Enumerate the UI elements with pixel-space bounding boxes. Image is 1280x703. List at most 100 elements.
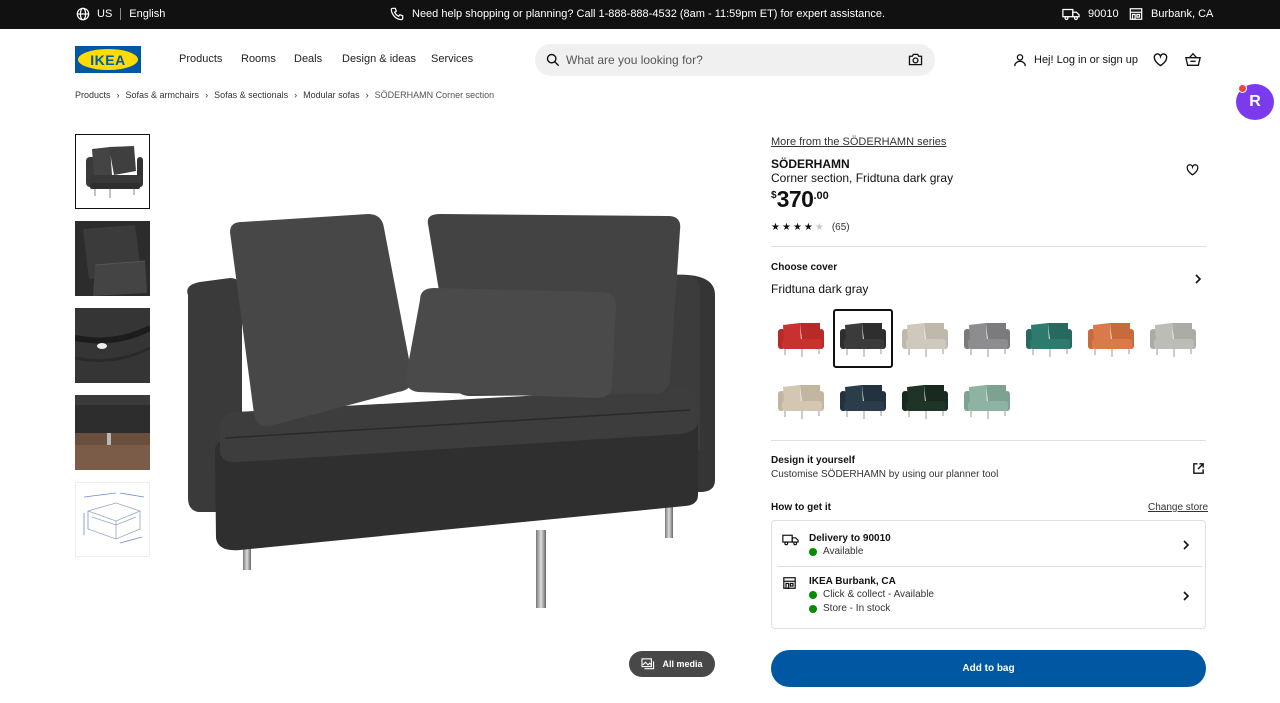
login-label: Hej! Log in or sign up bbox=[1034, 54, 1138, 66]
product-description: Corner section, Fridtuna dark gray bbox=[771, 171, 954, 185]
breadcrumb: Products › Sofas & armchairs › Sofas & sec… bbox=[75, 90, 494, 100]
chevron-right-icon: › bbox=[205, 90, 209, 100]
star-icon: ★ bbox=[803, 222, 813, 233]
external-link-icon[interactable] bbox=[1192, 462, 1205, 475]
change-store-link[interactable]: Change store bbox=[1148, 502, 1208, 513]
search-input[interactable] bbox=[566, 50, 896, 70]
stock-status-text: Store - In stock bbox=[823, 603, 891, 614]
series-link[interactable]: More from the SÖDERHAMN series bbox=[771, 136, 946, 148]
sofa-swatch-icon bbox=[964, 384, 1010, 419]
delivery-zip[interactable]: 90010 bbox=[1062, 7, 1119, 21]
sofa-swatch-icon bbox=[778, 322, 824, 357]
cover-swatch-light-gray[interactable] bbox=[1145, 311, 1201, 366]
cover-swatch-sand[interactable] bbox=[773, 373, 829, 428]
chevron-right-icon: › bbox=[365, 90, 369, 100]
delivery-status: Available bbox=[809, 546, 863, 557]
chevron-right-icon[interactable] bbox=[1181, 539, 1191, 551]
search-bar[interactable] bbox=[535, 44, 935, 76]
star-empty-icon: ★ bbox=[814, 222, 824, 233]
thumbnail-dimensions-drawing[interactable] bbox=[75, 482, 150, 557]
nav-services[interactable]: Services bbox=[431, 53, 473, 65]
truck-icon bbox=[782, 534, 799, 546]
shopping-bag-icon[interactable] bbox=[1185, 52, 1201, 67]
phone-icon bbox=[390, 7, 404, 21]
sofa-swatch-icon bbox=[840, 384, 886, 419]
cover-swatch-dark-blue[interactable] bbox=[835, 373, 891, 428]
badge-letter: R bbox=[1249, 93, 1261, 110]
add-to-wishlist-heart-icon[interactable] bbox=[1186, 164, 1199, 176]
logo-text: IKEA bbox=[90, 51, 126, 68]
breadcrumb-products[interactable]: Products bbox=[75, 90, 111, 100]
breadcrumb-current: SÖDERHAMN Corner section bbox=[374, 90, 495, 100]
sofa-swatch-icon bbox=[1088, 322, 1134, 357]
cover-swatch-red[interactable] bbox=[773, 311, 829, 366]
chevron-right-icon: › bbox=[116, 90, 120, 100]
help-banner[interactable]: Need help shopping or planning? Call 1-8… bbox=[390, 7, 885, 21]
globe-icon bbox=[76, 7, 90, 21]
truck-icon bbox=[1062, 8, 1080, 21]
gallery-icon bbox=[641, 658, 655, 670]
breadcrumb-modular-sofas[interactable]: Modular sofas bbox=[303, 90, 360, 100]
cover-swatch-beige[interactable] bbox=[897, 311, 953, 366]
product-rating[interactable]: ★ ★ ★ ★ ★ (65) bbox=[771, 222, 850, 233]
nav-products[interactable]: Products bbox=[179, 53, 222, 65]
cover-swatch-dark-gray[interactable] bbox=[833, 309, 893, 368]
stock-status: Store - In stock bbox=[809, 603, 890, 614]
add-to-bag-button[interactable]: Add to bag bbox=[771, 650, 1206, 687]
choose-cover-title: Choose cover bbox=[771, 262, 838, 273]
thumbnail-legs-detail[interactable] bbox=[75, 395, 150, 470]
favourites-heart-icon[interactable] bbox=[1153, 53, 1168, 67]
all-media-label: All media bbox=[662, 659, 703, 669]
ikea-logo[interactable]: IKEA bbox=[75, 46, 141, 73]
notification-dot bbox=[1238, 84, 1247, 93]
sofa-swatch-icon bbox=[778, 384, 824, 419]
thumbnail-pillows[interactable] bbox=[75, 221, 150, 296]
delivery-title: Delivery to 90010 bbox=[809, 533, 891, 544]
nav-deals[interactable]: Deals bbox=[294, 53, 322, 65]
locale-selector[interactable]: US English bbox=[76, 7, 165, 21]
all-media-button[interactable]: All media bbox=[629, 651, 715, 677]
chevron-right-icon[interactable] bbox=[1181, 590, 1191, 602]
thumbnail-front-view[interactable] bbox=[75, 134, 150, 209]
cover-swatch-gray[interactable] bbox=[959, 311, 1015, 366]
how-to-get-it-title: How to get it bbox=[771, 502, 831, 513]
sofa-swatch-icon bbox=[1026, 322, 1072, 357]
design-it-yourself-subtitle: Customise SÖDERHAMN by using our planner… bbox=[771, 469, 999, 480]
sofa-swatch-icon bbox=[902, 384, 948, 419]
star-icon: ★ bbox=[792, 222, 802, 233]
sofa-swatch-icon bbox=[902, 322, 948, 357]
login-link[interactable]: Hej! Log in or sign up bbox=[1013, 53, 1138, 67]
availability-box: Delivery to 90010 Available IKEA Burbank… bbox=[771, 520, 1206, 629]
nav-rooms[interactable]: Rooms bbox=[241, 53, 276, 65]
camera-icon[interactable] bbox=[908, 53, 923, 66]
sofa-swatch-icon bbox=[964, 322, 1010, 357]
nav-design-ideas[interactable]: Design & ideas bbox=[342, 53, 416, 65]
collect-status: Click & collect - Available bbox=[809, 589, 934, 600]
in-stock-dot bbox=[809, 604, 817, 613]
help-text: Need help shopping or planning? Call 1-8… bbox=[412, 8, 886, 20]
chevron-right-icon[interactable] bbox=[1192, 273, 1204, 285]
store-icon bbox=[1129, 8, 1143, 20]
collect-status-text: Click & collect - Available bbox=[823, 589, 934, 600]
store-title: IKEA Burbank, CA bbox=[809, 576, 896, 587]
divider bbox=[771, 440, 1206, 441]
breadcrumb-sofas-armchairs[interactable]: Sofas & armchairs bbox=[126, 90, 200, 100]
cover-swatch-orange[interactable] bbox=[1083, 311, 1139, 366]
price-integer: 370 bbox=[776, 186, 814, 212]
floating-assistant-badge[interactable]: R bbox=[1236, 84, 1274, 120]
zip-label: 90010 bbox=[1088, 8, 1119, 20]
store-selector[interactable]: Burbank, CA bbox=[1129, 7, 1213, 21]
country-code: US bbox=[97, 8, 113, 20]
review-count: (65) bbox=[831, 222, 850, 233]
search-icon bbox=[546, 53, 560, 67]
product-main-image[interactable] bbox=[170, 200, 730, 620]
divider bbox=[771, 246, 1206, 247]
thumbnail-fabric-detail[interactable] bbox=[75, 308, 150, 383]
cover-swatch-dark-green[interactable] bbox=[897, 373, 953, 428]
delivery-status-text: Available bbox=[823, 546, 864, 557]
breadcrumb-sofas-sectionals[interactable]: Sofas & sectionals bbox=[214, 90, 288, 100]
selected-cover: Fridtuna dark gray bbox=[771, 282, 869, 296]
cover-swatch-sage[interactable] bbox=[959, 373, 1015, 428]
cover-swatch-teal[interactable] bbox=[1021, 311, 1077, 366]
sofa-swatch-icon bbox=[840, 322, 886, 357]
